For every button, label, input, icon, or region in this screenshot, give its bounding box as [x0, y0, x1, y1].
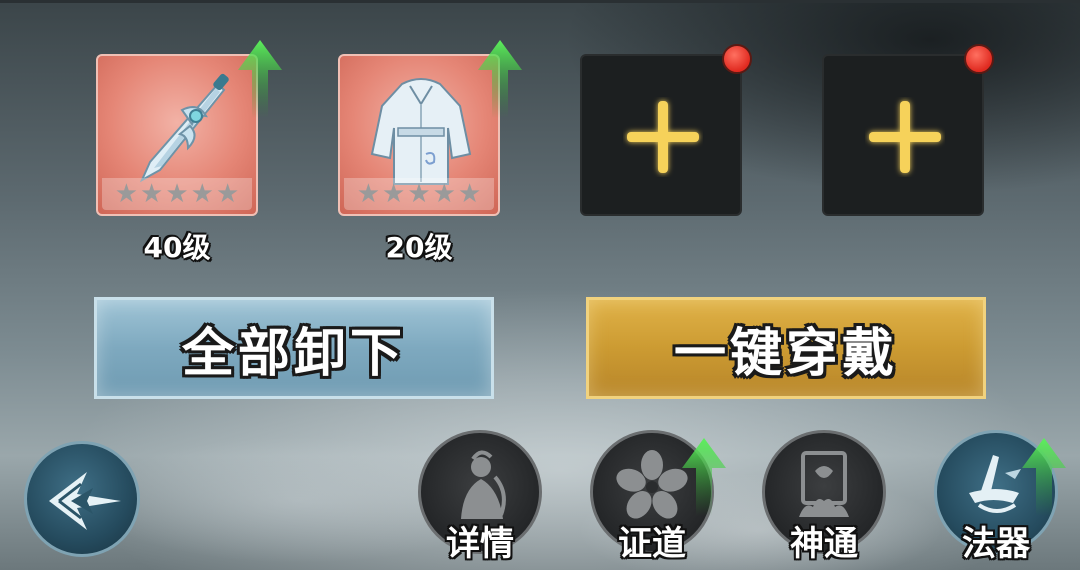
top-border	[0, 0, 1080, 3]
back-arrow-icon	[49, 472, 121, 530]
star-icon: ★	[114, 179, 139, 209]
robe-icon	[370, 78, 472, 185]
nav-enlightenment-label: 证道	[618, 524, 686, 564]
star-icon: ★	[432, 179, 456, 209]
notification-dot	[964, 44, 994, 74]
plus-icon	[627, 101, 699, 173]
weapon-level-label: 40级	[143, 231, 211, 264]
star-icon: ★	[356, 179, 381, 209]
sword-icon	[139, 73, 229, 183]
nav-artifact-label: 法器	[962, 524, 1030, 564]
upgrade-arrow-icon	[238, 40, 282, 118]
upgrade-arrow-icon	[682, 438, 726, 516]
armor-level-label: 20级	[385, 231, 453, 264]
flower-icon	[616, 450, 688, 519]
weapon-star-rating: ★ ★ ★ ★ ★	[102, 178, 252, 210]
star-icon: ★	[215, 179, 240, 209]
nav-powers-label: 神通	[790, 524, 858, 564]
star-icon: ★	[407, 179, 431, 209]
empty-slot-3[interactable]	[580, 54, 742, 216]
character-icon	[461, 450, 506, 519]
star-icon: ★	[382, 179, 406, 209]
notification-dot	[722, 44, 752, 74]
shield-scroll-icon	[799, 451, 849, 517]
star-icon: ★	[190, 179, 214, 209]
star-icon: ★	[140, 179, 164, 209]
star-icon: ★	[165, 179, 189, 209]
upgrade-arrow-icon	[1022, 438, 1066, 516]
upgrade-arrow-icon	[478, 40, 522, 118]
star-icon: ★	[457, 179, 482, 209]
back-button[interactable]	[24, 441, 140, 557]
armor-star-rating: ★ ★ ★ ★ ★	[344, 178, 494, 210]
equip-all-button[interactable]: 一键穿戴	[586, 297, 986, 399]
nav-details-label: 详情	[446, 524, 514, 564]
plus-icon	[869, 101, 941, 173]
weapon-slot[interactable]: ★ ★ ★ ★ ★	[96, 54, 258, 216]
empty-slot-4[interactable]	[822, 54, 984, 216]
unequip-all-button[interactable]: 全部卸下	[94, 297, 494, 399]
